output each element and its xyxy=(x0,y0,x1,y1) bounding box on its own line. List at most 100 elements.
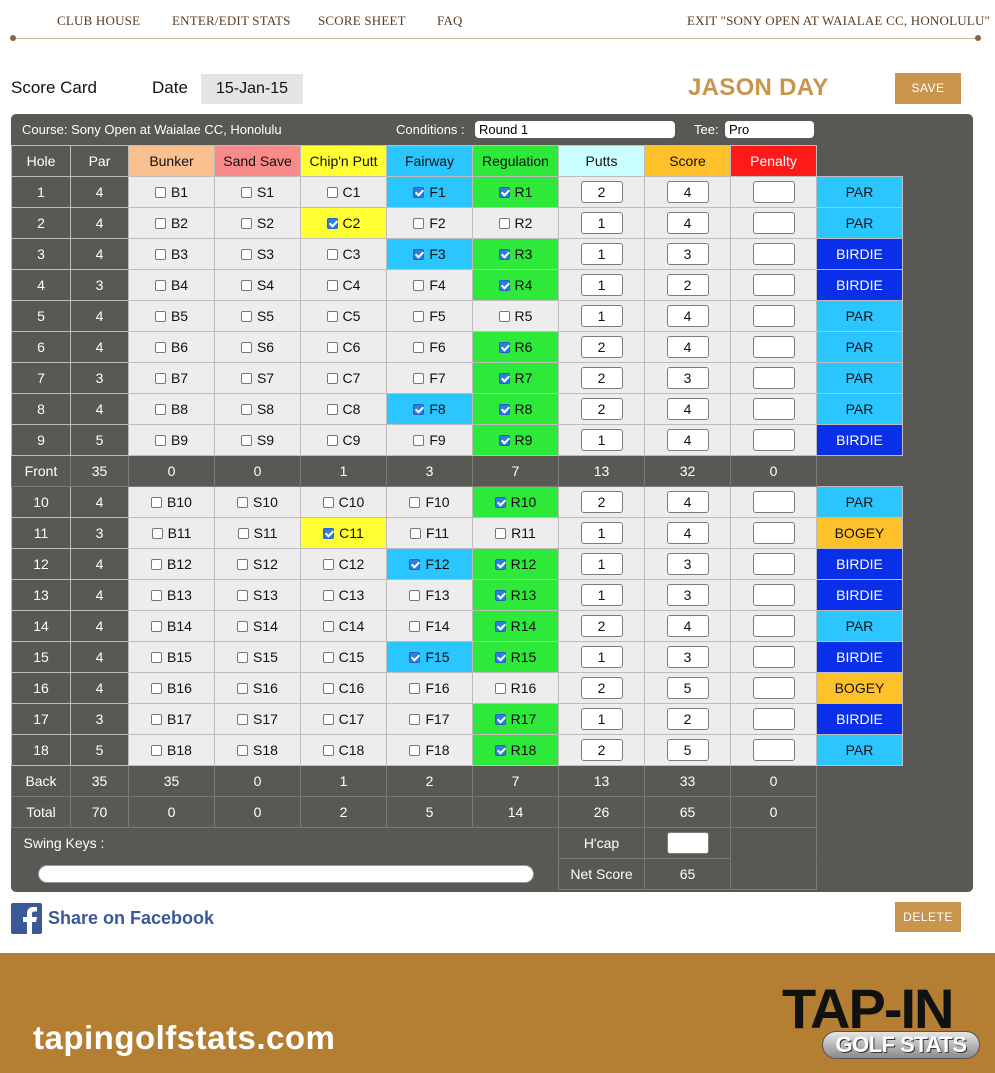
chip-putt-cell[interactable]: C1 xyxy=(300,176,387,208)
regulation-cell[interactable]: R7 xyxy=(472,362,559,394)
chip-putt-cell[interactable]: C5 xyxy=(300,300,387,332)
sand-save-checkbox[interactable] xyxy=(240,187,252,198)
regulation-checkbox[interactable] xyxy=(498,435,510,446)
fairway-checkbox[interactable] xyxy=(413,280,425,291)
regulation-checkbox[interactable] xyxy=(498,280,510,291)
fairway-checkbox[interactable] xyxy=(413,249,425,260)
regulation-checkbox[interactable] xyxy=(498,404,510,415)
chip-putt-cell[interactable]: C14 xyxy=(300,610,387,642)
nav-faq[interactable]: FAQ xyxy=(437,13,463,29)
penalty-input[interactable] xyxy=(752,212,795,234)
bunker-cell[interactable]: B1 xyxy=(128,176,215,208)
bunker-checkbox[interactable] xyxy=(151,621,163,632)
score-input[interactable]: 4 xyxy=(666,491,709,513)
chip-putt-cell[interactable]: C12 xyxy=(300,548,387,580)
chip-putt-cell[interactable]: C16 xyxy=(300,672,387,704)
score-input[interactable]: 3 xyxy=(666,243,709,265)
nav-exit[interactable]: EXIT "SONY OPEN AT WAIALAE CC, HONOLULU" xyxy=(687,13,990,29)
sand-save-cell[interactable]: S3 xyxy=(214,238,301,270)
bunker-checkbox[interactable] xyxy=(154,404,166,415)
regulation-cell[interactable]: R1 xyxy=(472,176,559,208)
sand-save-checkbox[interactable] xyxy=(240,249,252,260)
bunker-checkbox[interactable] xyxy=(154,342,166,353)
score-input[interactable]: 4 xyxy=(666,336,709,358)
penalty-input[interactable] xyxy=(752,615,795,637)
bunker-cell[interactable]: B3 xyxy=(128,238,215,270)
putts-input[interactable]: 2 xyxy=(580,615,623,637)
regulation-cell[interactable]: R3 xyxy=(472,238,559,270)
sand-save-cell[interactable]: S11 xyxy=(214,517,301,549)
bunker-checkbox[interactable] xyxy=(154,187,166,198)
chip-putt-checkbox[interactable] xyxy=(326,249,338,260)
save-button[interactable]: SAVE xyxy=(895,73,961,104)
chip-putt-cell[interactable]: C18 xyxy=(300,734,387,766)
fairway-cell[interactable]: F6 xyxy=(386,331,473,363)
chip-putt-checkbox[interactable] xyxy=(322,497,334,508)
penalty-input[interactable] xyxy=(752,367,795,389)
penalty-input[interactable] xyxy=(752,491,795,513)
chip-putt-checkbox[interactable] xyxy=(322,590,334,601)
bunker-checkbox[interactable] xyxy=(154,373,166,384)
sand-save-checkbox[interactable] xyxy=(237,652,249,663)
fairway-checkbox[interactable] xyxy=(409,652,421,663)
putts-input[interactable]: 1 xyxy=(580,646,623,668)
sand-save-checkbox[interactable] xyxy=(240,280,252,291)
fairway-cell[interactable]: F8 xyxy=(386,393,473,425)
putts-input[interactable]: 1 xyxy=(580,305,623,327)
chip-putt-cell[interactable]: C11 xyxy=(300,517,387,549)
regulation-checkbox[interactable] xyxy=(498,311,510,322)
share-facebook-link[interactable]: Share on Facebook xyxy=(48,908,214,929)
bunker-cell[interactable]: B14 xyxy=(128,610,215,642)
putts-input[interactable]: 2 xyxy=(580,491,623,513)
date-field[interactable]: 15-Jan-15 xyxy=(201,74,303,104)
regulation-cell[interactable]: R5 xyxy=(472,300,559,332)
bunker-checkbox[interactable] xyxy=(151,714,163,725)
chip-putt-checkbox[interactable] xyxy=(322,714,334,725)
bunker-checkbox[interactable] xyxy=(151,683,163,694)
bunker-checkbox[interactable] xyxy=(154,311,166,322)
fairway-cell[interactable]: F2 xyxy=(386,207,473,239)
putts-input[interactable]: 2 xyxy=(580,336,623,358)
regulation-cell[interactable]: R18 xyxy=(472,734,559,766)
bunker-checkbox[interactable] xyxy=(154,249,166,260)
bunker-cell[interactable]: B17 xyxy=(128,703,215,735)
chip-putt-cell[interactable]: C3 xyxy=(300,238,387,270)
regulation-cell[interactable]: R6 xyxy=(472,331,559,363)
sand-save-cell[interactable]: S7 xyxy=(214,362,301,394)
sand-save-cell[interactable]: S1 xyxy=(214,176,301,208)
putts-input[interactable]: 2 xyxy=(580,367,623,389)
regulation-checkbox[interactable] xyxy=(494,590,506,601)
bunker-cell[interactable]: B12 xyxy=(128,548,215,580)
fairway-cell[interactable]: F17 xyxy=(386,703,473,735)
sand-save-cell[interactable]: S6 xyxy=(214,331,301,363)
fairway-cell[interactable]: F18 xyxy=(386,734,473,766)
bunker-cell[interactable]: B11 xyxy=(128,517,215,549)
chip-putt-cell[interactable]: C17 xyxy=(300,703,387,735)
swing-keys-input[interactable] xyxy=(37,865,534,884)
bunker-checkbox[interactable] xyxy=(151,590,163,601)
chip-putt-checkbox[interactable] xyxy=(323,528,335,539)
regulation-checkbox[interactable] xyxy=(498,373,510,384)
chip-putt-cell[interactable]: C2 xyxy=(300,207,387,239)
bunker-cell[interactable]: B15 xyxy=(128,641,215,673)
fairway-checkbox[interactable] xyxy=(409,528,421,539)
regulation-checkbox[interactable] xyxy=(494,683,506,694)
nav-enter-edit-stats[interactable]: ENTER/EDIT STATS xyxy=(172,13,291,29)
fairway-checkbox[interactable] xyxy=(413,373,425,384)
chip-putt-cell[interactable]: C13 xyxy=(300,579,387,611)
chip-putt-checkbox[interactable] xyxy=(326,404,338,415)
score-input[interactable]: 4 xyxy=(666,305,709,327)
chip-putt-checkbox[interactable] xyxy=(322,559,334,570)
regulation-cell[interactable]: R17 xyxy=(472,703,559,735)
putts-input[interactable]: 1 xyxy=(580,584,623,606)
bunker-checkbox[interactable] xyxy=(151,497,163,508)
sand-save-checkbox[interactable] xyxy=(240,218,252,229)
putts-input[interactable]: 2 xyxy=(580,739,623,761)
putts-input[interactable]: 2 xyxy=(580,181,623,203)
putts-input[interactable]: 1 xyxy=(580,553,623,575)
tee-input[interactable]: Pro xyxy=(725,121,814,138)
nav-club-house[interactable]: CLUB HOUSE xyxy=(57,13,140,29)
bunker-cell[interactable]: B9 xyxy=(128,424,215,456)
regulation-cell[interactable]: R13 xyxy=(472,579,559,611)
chip-putt-checkbox[interactable] xyxy=(322,745,334,756)
